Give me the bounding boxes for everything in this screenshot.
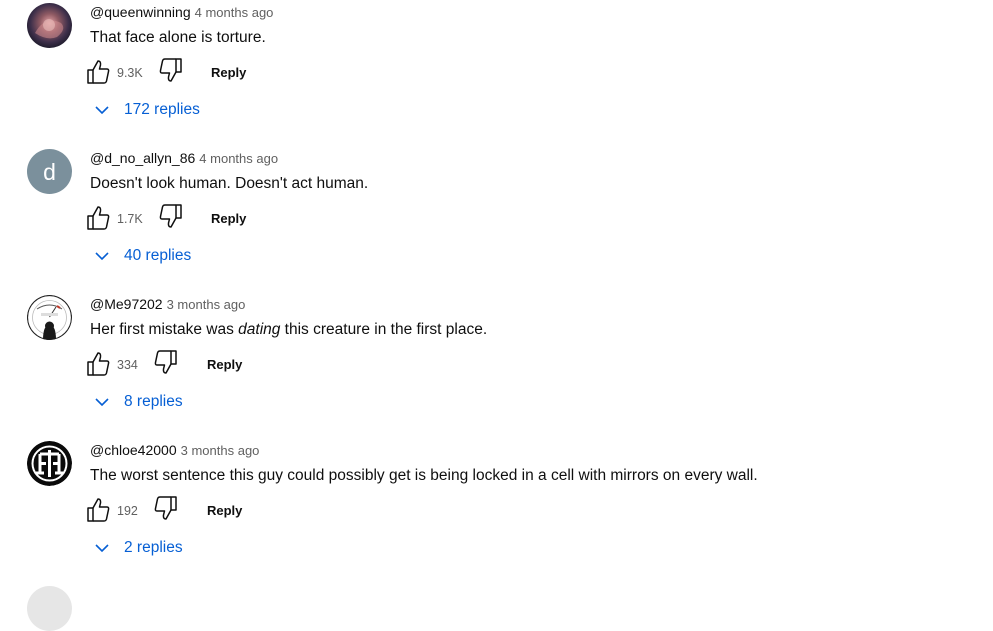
comment-timestamp[interactable]: 3 months ago (181, 443, 260, 458)
thumbs-down-icon (154, 496, 177, 520)
comment-text-part: That face alone is torture. (90, 29, 266, 46)
comment-timestamp[interactable]: 4 months ago (195, 5, 274, 20)
dislike-button[interactable] (154, 496, 180, 524)
like-count: 1.7K (117, 212, 143, 226)
thumbs-up-icon (87, 206, 110, 230)
comment-thread: d @d_no_allyn_86 4 months ago Doesn't loo… (0, 146, 993, 292)
comment-author[interactable]: @chloe42000 (90, 442, 177, 458)
like-count: 334 (117, 358, 138, 372)
avatar[interactable] (27, 441, 72, 486)
like-button[interactable] (86, 204, 112, 232)
view-replies-button[interactable]: 8 replies (92, 389, 183, 415)
avatar-letter: d (43, 159, 56, 185)
view-replies-button[interactable]: 40 replies (92, 243, 191, 269)
thumbs-down-icon (159, 58, 182, 82)
comment-text-part: Her first mistake was (90, 321, 239, 338)
chevron-down-icon (95, 398, 109, 407)
dislike-button[interactable] (159, 204, 185, 232)
comment-text: Doesn't look human. Doesn't act human. (90, 175, 368, 193)
avatar[interactable] (27, 586, 72, 631)
avatar[interactable] (27, 3, 72, 48)
comment-text: Her first mistake was dating this creatu… (90, 321, 487, 339)
comment-author[interactable]: @d_no_allyn_86 (90, 150, 195, 166)
comment-text-emphasis: dating (238, 321, 281, 338)
comment-text-part: this creature in the first place. (280, 321, 488, 338)
comment-text: That face alone is torture. (90, 29, 266, 47)
comment-text-part: The worst sentence this guy could possib… (90, 467, 758, 484)
like-button[interactable] (86, 350, 112, 378)
reply-button[interactable]: Reply (207, 503, 242, 518)
comment-timestamp[interactable]: 4 months ago (199, 151, 278, 166)
reply-button[interactable]: Reply (211, 65, 246, 80)
dislike-button[interactable] (154, 350, 180, 378)
view-replies-button[interactable]: 172 replies (92, 97, 200, 123)
comment-timestamp[interactable]: 3 months ago (167, 297, 246, 312)
chevron-down-icon (95, 252, 109, 261)
comment-thread: @chloe42000 3 months ago The worst senten… (0, 438, 993, 584)
comment-thread: @Me97202 3 months ago Her first mistake w… (0, 292, 993, 438)
reply-button[interactable]: Reply (211, 211, 246, 226)
view-replies-button[interactable]: 2 replies (92, 535, 183, 561)
thumbs-up-icon (87, 352, 110, 376)
reply-button[interactable]: Reply (207, 357, 242, 372)
thumbs-down-icon (159, 204, 182, 228)
thumbs-up-icon (87, 60, 110, 84)
like-button[interactable] (86, 58, 112, 86)
comment-thread: @queenwinning 4 months ago That face alon… (0, 0, 993, 146)
comment-text-part: Doesn't look human. Doesn't act human. (90, 175, 369, 192)
chevron-down-icon (95, 106, 109, 115)
avatar[interactable] (27, 295, 72, 340)
comment-author[interactable]: @queenwinning (90, 4, 191, 20)
dislike-button[interactable] (159, 58, 185, 86)
replies-count-label: 40 replies (124, 247, 192, 264)
like-button[interactable] (86, 496, 112, 524)
replies-count-label: 2 replies (124, 539, 183, 556)
like-count: 192 (117, 504, 138, 518)
avatar[interactable]: d (27, 149, 72, 194)
replies-count-label: 8 replies (124, 393, 183, 410)
comment-text: The worst sentence this guy could possib… (90, 467, 758, 485)
thumbs-down-icon (154, 350, 177, 374)
thumbs-up-icon (87, 498, 110, 522)
like-count: 9.3K (117, 66, 143, 80)
replies-count-label: 172 replies (124, 101, 200, 118)
chevron-down-icon (95, 544, 109, 553)
comment-author[interactable]: @Me97202 (90, 296, 163, 312)
